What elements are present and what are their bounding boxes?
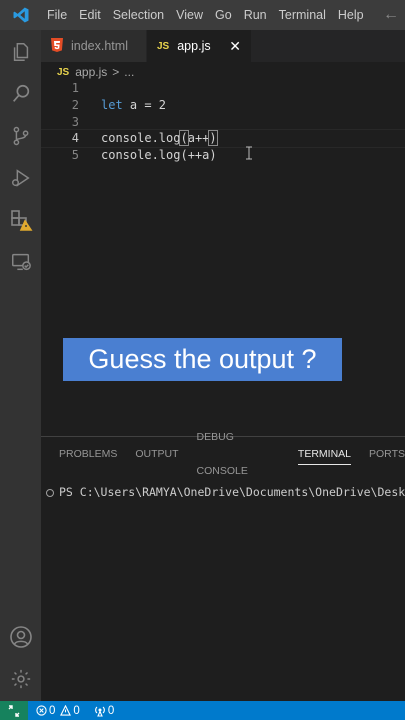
error-icon xyxy=(36,705,47,716)
code-text: console.log(++a) xyxy=(101,148,217,162)
code-call: console.log xyxy=(101,131,181,145)
code-line: 5 console.log(++a) xyxy=(41,147,405,164)
vscode-logo-icon xyxy=(0,0,41,30)
extensions-warning-icon[interactable] xyxy=(0,203,41,237)
code-arg: a++ xyxy=(187,131,210,145)
menu-selection[interactable]: Selection xyxy=(107,0,170,30)
warning-icon xyxy=(60,705,72,716)
html5-icon xyxy=(51,37,63,55)
line-number: 4 xyxy=(71,131,79,145)
tab-problems[interactable]: PROBLEMS xyxy=(59,437,117,471)
code-text: let a = 2 xyxy=(101,97,166,114)
settings-gear-icon[interactable] xyxy=(0,662,41,696)
code-line: 1 xyxy=(41,80,405,97)
bottom-panel: PROBLEMS OUTPUT DEBUG CONSOLE TERMINAL P… xyxy=(41,431,405,702)
panel-tabs: PROBLEMS OUTPUT DEBUG CONSOLE TERMINAL P… xyxy=(41,431,405,477)
terminal-prompt[interactable]: PS C:\Users\RAMYA\OneDrive\Documents\One… xyxy=(46,485,405,499)
breadcrumb: JS app.js > ... xyxy=(41,62,405,82)
breadcrumb-more[interactable]: ... xyxy=(124,65,134,79)
search-icon[interactable] xyxy=(0,77,41,111)
tab-debug-console[interactable]: DEBUG CONSOLE xyxy=(197,420,280,488)
run-debug-icon[interactable] xyxy=(0,161,41,195)
arrow-left-icon[interactable]: ← xyxy=(377,6,405,24)
line-number: 1 xyxy=(71,81,79,95)
menu-bar: File Edit Selection View Go Run Terminal… xyxy=(41,0,370,30)
bracket-open: ( xyxy=(179,130,189,146)
explorer-icon[interactable] xyxy=(0,35,41,69)
circle-icon xyxy=(46,488,54,497)
problems-status[interactable]: 0 0 xyxy=(36,705,80,717)
js-file-icon: JS xyxy=(157,40,170,52)
ports-status[interactable]: 0 xyxy=(94,705,114,717)
activity-bar xyxy=(0,30,41,701)
keyword-let: let xyxy=(101,98,123,112)
code-editor[interactable]: 1 2 let a = 2 3 4 console.log(a++) 5 con… xyxy=(41,80,405,436)
source-control-icon[interactable] xyxy=(0,119,41,153)
remote-explorer-icon[interactable] xyxy=(0,245,41,279)
code-line-current: 4 console.log(a++) xyxy=(41,129,405,148)
bracket-close: ) xyxy=(208,130,218,146)
ports-count: 0 xyxy=(107,704,115,717)
close-icon[interactable]: ✕ xyxy=(229,38,241,55)
title-bar: File Edit Selection View Go Run Terminal… xyxy=(0,0,405,30)
tab-index-html[interactable]: index.html xyxy=(41,30,147,62)
tab-output[interactable]: OUTPUT xyxy=(135,437,178,471)
tab-app-js[interactable]: JS app.js ✕ xyxy=(147,30,251,62)
menu-file[interactable]: File xyxy=(41,0,73,30)
mouse-cursor-icon xyxy=(245,146,252,160)
warning-count: 0 xyxy=(73,704,80,717)
breadcrumb-file[interactable]: app.js xyxy=(75,65,107,79)
menu-view[interactable]: View xyxy=(170,0,209,30)
menu-terminal[interactable]: Terminal xyxy=(273,0,332,30)
tab-label: app.js xyxy=(177,39,211,53)
remote-indicator-icon[interactable] xyxy=(0,701,28,720)
menu-help[interactable]: Help xyxy=(332,0,370,30)
menu-go[interactable]: Go xyxy=(209,0,238,30)
nav-arrows: ← xyxy=(377,0,405,30)
line-number: 5 xyxy=(71,148,79,162)
line-number: 2 xyxy=(71,98,79,112)
menu-edit[interactable]: Edit xyxy=(73,0,107,30)
broadcast-icon xyxy=(94,706,105,717)
code-rest: a = 2 xyxy=(122,98,167,112)
tab-terminal[interactable]: TERMINAL xyxy=(297,437,352,471)
tab-label: index.html xyxy=(71,39,128,53)
error-count: 0 xyxy=(49,704,56,717)
js-file-icon: JS xyxy=(57,66,70,78)
code-line: 2 let a = 2 xyxy=(41,97,405,114)
tab-ports[interactable]: PORTS xyxy=(369,437,405,471)
chevron-right-icon: > xyxy=(112,65,120,79)
status-bar: 0 0 0 xyxy=(0,701,405,720)
account-icon[interactable] xyxy=(0,620,41,654)
code-text: console.log(a++) xyxy=(101,130,218,147)
editor-tab-bar: index.html JS app.js ✕ xyxy=(41,30,405,62)
question-overlay: Guess the output ? xyxy=(63,338,342,381)
menu-run[interactable]: Run xyxy=(238,0,273,30)
terminal-text: PS C:\Users\RAMYA\OneDrive\Documents\One… xyxy=(59,485,405,499)
